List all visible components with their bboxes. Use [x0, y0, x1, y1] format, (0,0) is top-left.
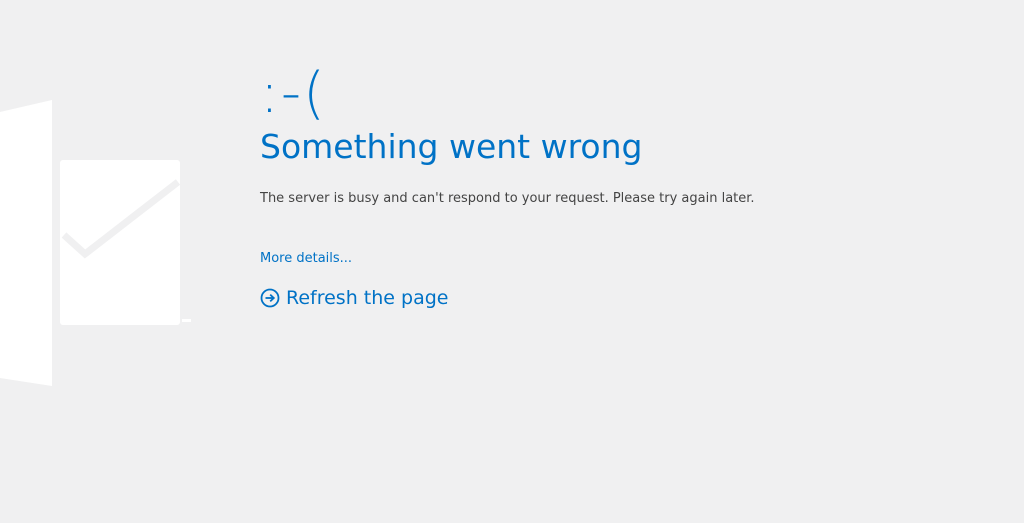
error-message: The server is busy and can't respond to … [260, 191, 755, 206]
refresh-page-button[interactable]: Refresh the page [260, 286, 960, 310]
error-content: :-( Something went wrong The server is b… [260, 62, 960, 310]
sad-face-emoticon: :-( [260, 61, 327, 126]
error-title: Something went wrong [260, 127, 643, 166]
more-details-link[interactable]: More details... [260, 250, 352, 268]
outlook-logo-icon [0, 100, 191, 386]
error-page: :-( Something went wrong The server is b… [0, 0, 1024, 523]
arrow-right-circle-icon [260, 288, 280, 308]
refresh-page-label: Refresh the page [286, 287, 449, 309]
